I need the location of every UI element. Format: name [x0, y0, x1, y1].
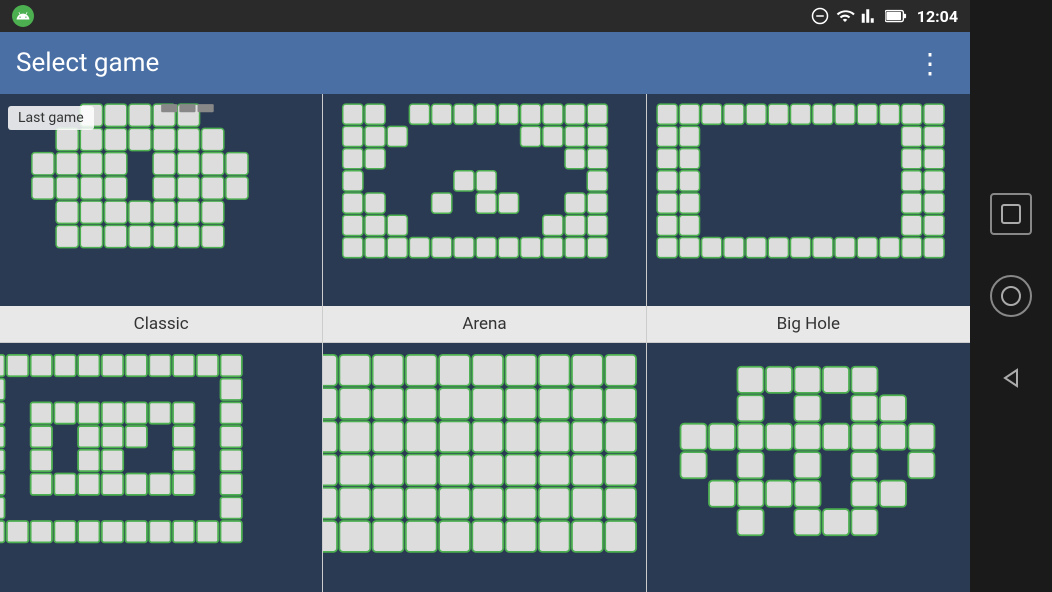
top-bar: Select game ⋮	[0, 32, 970, 93]
nav-square-button[interactable]	[990, 193, 1032, 235]
classic-label: Classic	[134, 306, 189, 342]
spiral-preview	[0, 343, 322, 592]
circle-icon	[1000, 285, 1022, 307]
game-grid: Last game	[0, 94, 970, 592]
full-preview	[323, 343, 645, 592]
game-cell-bighole[interactable]: Big Hole	[647, 94, 970, 343]
android-icon	[12, 5, 34, 27]
bighole-label: Big Hole	[777, 306, 840, 342]
game-cell-classic[interactable]: Last game	[0, 94, 323, 343]
game-thumbnail-arena	[323, 94, 645, 306]
square-icon	[1000, 203, 1022, 225]
status-bar: 12:04	[0, 0, 970, 32]
game-thumbnail-bighole	[647, 94, 970, 306]
more-menu-button[interactable]: ⋮	[908, 39, 954, 88]
cross-preview	[647, 343, 970, 592]
signal-icon	[861, 7, 879, 25]
arena-preview	[323, 94, 645, 306]
triangle-back-icon	[1000, 367, 1022, 389]
page-title: Select game	[16, 48, 159, 78]
nav-back-button[interactable]	[990, 357, 1032, 399]
dnd-icon	[811, 7, 829, 25]
game-cell-cross[interactable]	[647, 343, 970, 592]
game-thumbnail-spiral	[0, 343, 322, 592]
status-bar-left	[12, 5, 34, 27]
wifi-icon	[835, 7, 855, 25]
game-cell-spiral[interactable]	[0, 343, 323, 592]
game-thumbnail-full	[323, 343, 645, 592]
nav-circle-button[interactable]	[990, 275, 1032, 317]
phone-area: 12:04 Select game ⋮ Last game	[0, 0, 970, 592]
last-game-badge: Last game	[8, 106, 94, 130]
game-cell-full[interactable]	[323, 343, 646, 592]
battery-icon	[885, 8, 907, 24]
game-thumbnail-classic: Last game	[0, 94, 322, 306]
status-bar-right: 12:04	[811, 7, 958, 26]
arena-label: Arena	[462, 306, 506, 342]
game-thumbnail-cross	[647, 343, 970, 592]
nav-sidebar	[970, 0, 1052, 592]
time-display: 12:04	[917, 7, 958, 26]
bighole-preview	[647, 94, 970, 306]
game-cell-arena[interactable]: Arena	[323, 94, 646, 343]
